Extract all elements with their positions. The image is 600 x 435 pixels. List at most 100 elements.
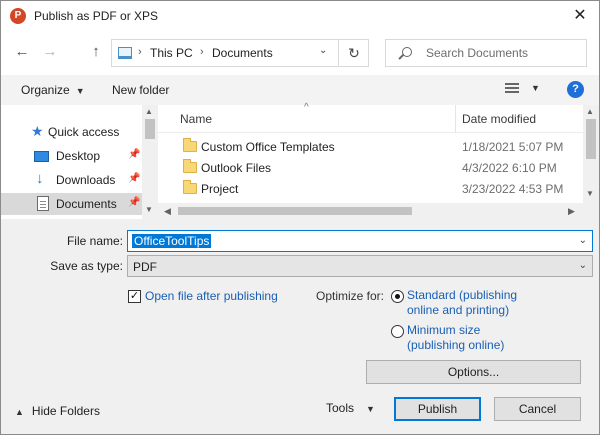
minimum-label-line: Minimum size <box>407 323 481 337</box>
scroll-up-arrow[interactable]: ▲ <box>145 107 153 116</box>
file-row[interactable]: Project 3/23/2022 4:53 PM <box>158 178 583 199</box>
minimum-label-line: (publishing online) <box>407 338 505 352</box>
view-options-icon[interactable] <box>505 83 519 95</box>
refresh-button[interactable]: ↻ <box>338 40 369 66</box>
file-name: Custom Office Templates <box>201 140 335 154</box>
search-placeholder: Search Documents <box>426 46 529 60</box>
breadcrumb-separator: › <box>200 46 204 58</box>
save-type-label: Save as type: <box>50 259 123 273</box>
sidebar-item-downloads[interactable]: ↓ Downloads 📌 <box>1 169 142 191</box>
standard-label-line: online and printing) <box>407 303 510 317</box>
save-type-select[interactable]: PDF ⌄ <box>127 255 593 277</box>
optimize-for-label: Optimize for: <box>316 289 385 303</box>
download-icon: ↓ <box>36 170 44 187</box>
up-button[interactable]: ↑ <box>87 43 105 60</box>
cancel-button[interactable]: Cancel <box>494 397 581 421</box>
address-dropdown-icon[interactable]: ⌄ <box>319 45 327 56</box>
file-list: ^ Name Date modified Custom Office Templ… <box>158 102 583 203</box>
column-divider[interactable] <box>455 105 456 133</box>
forward-button[interactable]: → <box>41 43 59 60</box>
hide-folders-label: Hide Folders <box>31 404 100 418</box>
open-after-publishing-label[interactable]: Open file after publishing <box>145 289 278 303</box>
navigation-pane-scrollbar[interactable]: ▲ ▼ <box>142 105 158 219</box>
minimum-size-radio-label[interactable]: Minimum size (publishing online) <box>407 323 537 353</box>
navigation-bar: ← → ↑ › This PC › Documents ⌄ ↻ Search D… <box>1 31 599 75</box>
breadcrumb-documents[interactable]: Documents <box>212 46 273 60</box>
search-box[interactable]: Search Documents <box>385 39 587 67</box>
breadcrumb-separator: › <box>138 46 142 58</box>
sidebar-item-quick-access[interactable]: ★ Quick access <box>1 121 142 143</box>
breadcrumb-this-pc[interactable]: This PC <box>150 46 193 60</box>
standard-radio[interactable] <box>391 290 404 303</box>
sidebar-item-label: Documents <box>56 197 117 211</box>
horizontal-scrollbar[interactable]: ◀ ▶ <box>158 203 583 219</box>
folder-icon <box>183 159 197 173</box>
hide-folders-button[interactable]: ▲ Hide Folders <box>15 404 100 418</box>
sidebar-item-label: Quick access <box>48 125 120 139</box>
file-row[interactable]: Custom Office Templates 1/18/2021 5:07 P… <box>158 136 583 157</box>
caret-down-icon: ▼ <box>75 86 85 96</box>
title-bar: P Publish as PDF or XPS ✕ <box>1 1 599 31</box>
publish-button[interactable]: Publish <box>394 397 481 421</box>
file-name-label: File name: <box>66 234 123 248</box>
file-date: 1/18/2021 5:07 PM <box>462 140 564 154</box>
sidebar-item-label: Downloads <box>56 173 116 187</box>
column-name-header[interactable]: Name <box>180 112 212 126</box>
this-pc-icon <box>118 47 132 59</box>
pin-icon: 📌 <box>128 149 141 160</box>
chevron-up-icon: ▲ <box>15 407 24 417</box>
tools-button[interactable]: Tools ▼ <box>326 401 375 415</box>
file-row[interactable]: Outlook Files 4/3/2022 6:10 PM <box>158 157 583 178</box>
file-date: 4/3/2022 6:10 PM <box>462 161 557 175</box>
navigation-pane: ★ Quick access Desktop 📌 ↓ Downloads 📌 D… <box>1 105 158 219</box>
column-header-row: ^ Name Date modified <box>158 102 583 133</box>
view-caret-icon[interactable]: ▼ <box>531 83 540 93</box>
sidebar-item-desktop[interactable]: Desktop 📌 <box>1 145 142 167</box>
search-icon <box>402 47 412 57</box>
scroll-left-arrow[interactable]: ◀ <box>164 206 171 217</box>
sort-ascending-icon: ^ <box>304 102 309 113</box>
window-title: Publish as PDF or XPS <box>34 9 159 23</box>
sidebar-item-documents[interactable]: Documents 📌 <box>1 193 142 215</box>
file-name: Project <box>201 182 239 196</box>
folder-icon <box>183 138 197 152</box>
file-list-scrollbar[interactable]: ▲ ▼ <box>583 105 599 219</box>
organize-button[interactable]: Organize ▼ <box>21 83 85 97</box>
file-name-field[interactable]: OfficeToolTips ⌄ <box>127 230 593 252</box>
organize-label: Organize <box>21 83 70 97</box>
back-button[interactable]: ← <box>13 43 31 60</box>
save-type-value: PDF <box>133 260 157 274</box>
options-button[interactable]: Options... <box>366 360 581 384</box>
address-bar[interactable]: › This PC › Documents ⌄ ↻ <box>111 39 369 67</box>
close-button[interactable]: ✕ <box>569 5 591 27</box>
chevron-down-icon: ⌄ <box>578 260 587 271</box>
folder-icon <box>183 180 197 194</box>
column-date-header[interactable]: Date modified <box>462 112 536 126</box>
documents-icon <box>37 196 49 211</box>
minimum-size-radio[interactable] <box>391 325 404 338</box>
standard-radio-label[interactable]: Standard (publishing online and printing… <box>407 288 537 318</box>
scrollbar-thumb[interactable] <box>586 119 596 159</box>
powerpoint-icon: P <box>10 8 26 24</box>
new-folder-button[interactable]: New folder <box>112 83 169 97</box>
file-browser: ★ Quick access Desktop 📌 ↓ Downloads 📌 D… <box>1 102 599 219</box>
scroll-up-arrow[interactable]: ▲ <box>586 107 594 116</box>
file-date: 3/23/2022 4:53 PM <box>462 182 564 196</box>
scroll-right-arrow[interactable]: ▶ <box>568 206 575 217</box>
chevron-down-icon[interactable]: ⌄ <box>579 235 587 246</box>
scrollbar-thumb[interactable] <box>178 207 412 215</box>
command-toolbar: Organize ▼ New folder ▼ ? <box>1 75 599 105</box>
help-icon[interactable]: ? <box>567 81 584 98</box>
scroll-down-arrow[interactable]: ▼ <box>145 205 153 214</box>
file-name-value: OfficeToolTips <box>132 234 212 248</box>
scrollbar-thumb[interactable] <box>145 119 155 139</box>
tools-label: Tools <box>326 401 355 415</box>
star-icon: ★ <box>31 123 44 139</box>
publish-dialog: P Publish as PDF or XPS ✕ ← → ↑ › This P… <box>0 0 600 435</box>
desktop-icon <box>34 151 49 162</box>
pin-icon: 📌 <box>128 173 141 184</box>
scroll-down-arrow[interactable]: ▼ <box>586 189 594 198</box>
file-name: Outlook Files <box>201 161 272 175</box>
open-after-publishing-checkbox[interactable]: ✓ <box>128 290 141 303</box>
pin-icon: 📌 <box>128 197 141 208</box>
